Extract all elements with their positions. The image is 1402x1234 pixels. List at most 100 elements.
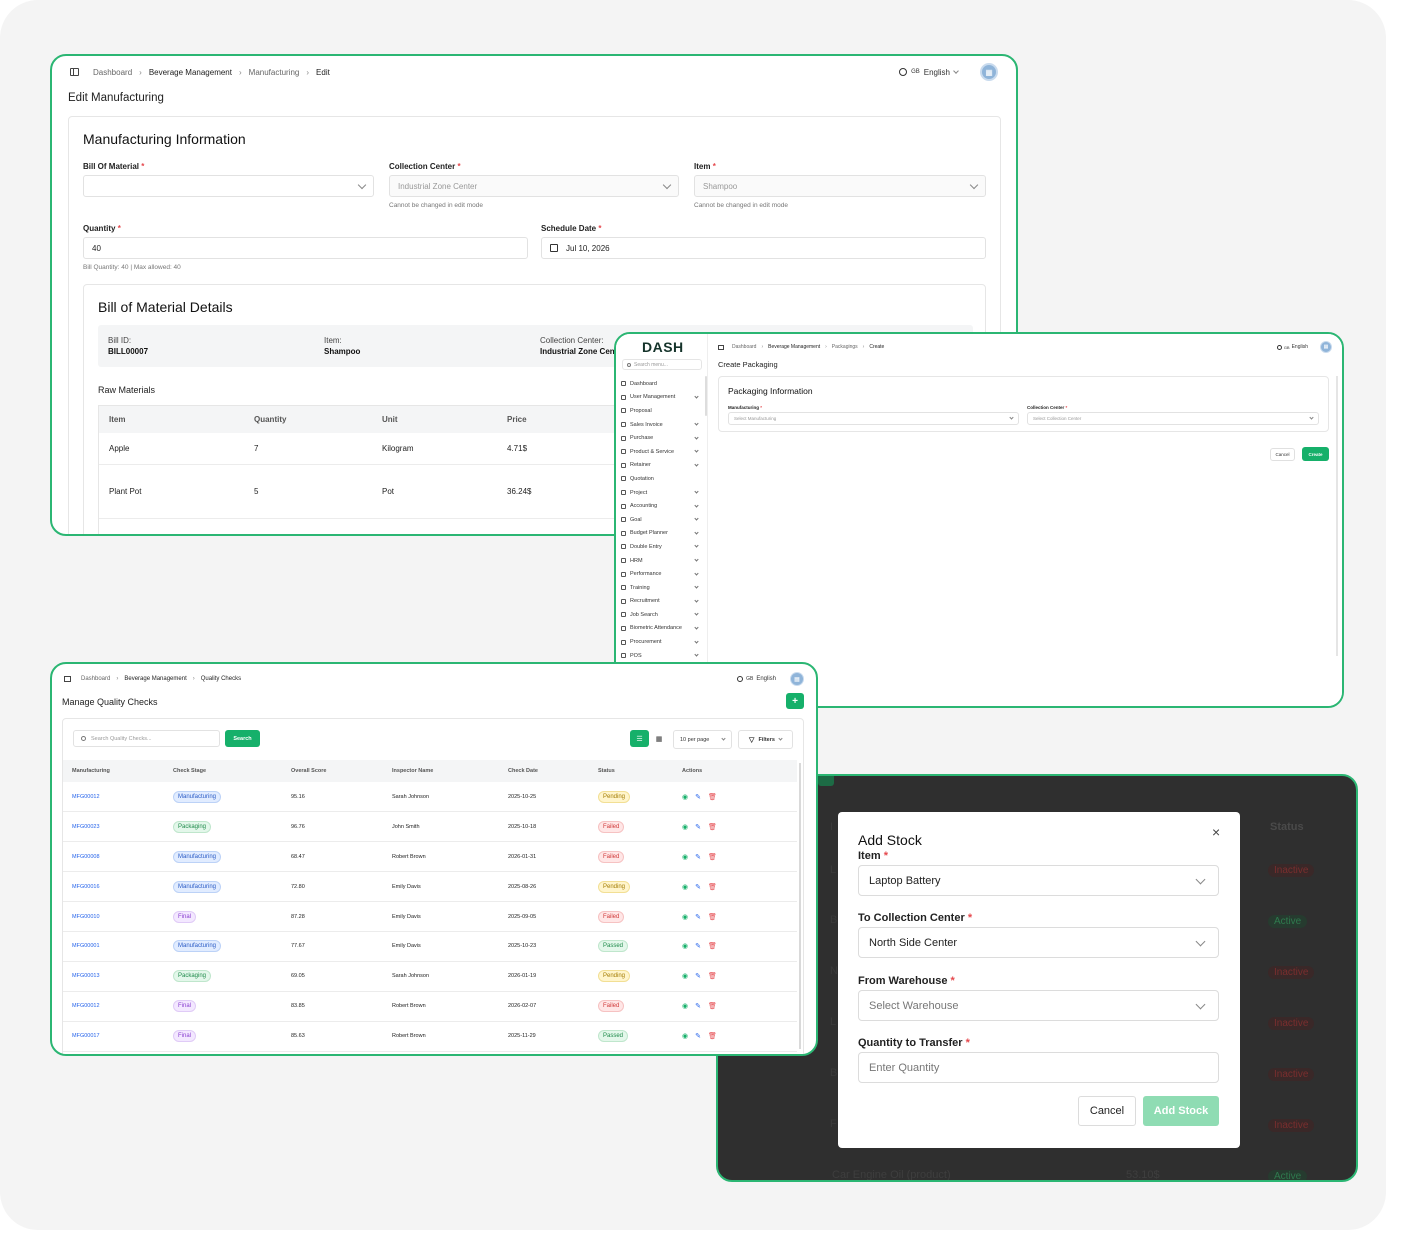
delete-icon[interactable]: 🗑 — [708, 823, 717, 831]
sidebar-item[interactable]: Biometric Attendance — [616, 622, 704, 636]
manufacturing-link[interactable]: MFG00012 — [72, 1003, 100, 1009]
sidebar-item[interactable]: Proposal — [616, 404, 704, 418]
breadcrumb-item[interactable]: Dashboard — [93, 68, 132, 77]
breadcrumb-item[interactable]: Beverage Management — [149, 68, 232, 77]
grid-view-button[interactable]: ▦ — [650, 730, 668, 747]
close-icon[interactable]: × — [1212, 824, 1220, 840]
manufacturing-select[interactable]: Select Manufacturing — [728, 412, 1019, 425]
breadcrumb-item[interactable]: Beverage Management — [768, 344, 820, 350]
edit-icon[interactable]: ✎ — [695, 1002, 701, 1010]
sidebar-item[interactable]: Performance — [616, 567, 704, 581]
sidebar-item[interactable]: Procurement — [616, 635, 704, 649]
view-icon[interactable]: ◉ — [682, 1002, 688, 1010]
breadcrumb-item[interactable]: Packagings — [832, 344, 858, 350]
language-selector[interactable]: GB English — [899, 68, 959, 77]
add-button[interactable]: + — [786, 693, 804, 709]
menu-search[interactable]: Search menu... — [622, 359, 702, 370]
sidebar-item[interactable]: Retainer — [616, 459, 704, 473]
sidebar-item[interactable]: Project — [616, 486, 704, 500]
manufacturing-link[interactable]: MFG00023 — [72, 824, 100, 830]
cancel-button[interactable]: Cancel — [1078, 1096, 1136, 1126]
backdrop-status-badge: Inactive — [1268, 1017, 1315, 1030]
delete-icon[interactable]: 🗑 — [708, 972, 717, 980]
sidebar-item[interactable]: HRM — [616, 554, 704, 568]
delete-icon[interactable]: 🗑 — [708, 942, 717, 950]
sidebar-item[interactable]: POS — [616, 649, 704, 663]
schedule-date-picker[interactable]: Jul 10, 2026 — [541, 237, 986, 259]
view-icon[interactable]: ◉ — [682, 853, 688, 861]
avatar[interactable]: ▦ — [790, 672, 804, 686]
manufacturing-link[interactable]: MFG00013 — [72, 973, 100, 979]
edit-icon[interactable]: ✎ — [695, 972, 701, 980]
view-icon[interactable]: ◉ — [682, 823, 688, 831]
view-icon[interactable]: ◉ — [682, 793, 688, 801]
sidebar-item[interactable]: Dashboard — [616, 377, 704, 391]
delete-icon[interactable]: 🗑 — [708, 793, 717, 801]
manufacturing-link[interactable]: MFG00010 — [72, 914, 100, 920]
from-warehouse-select[interactable]: Select Warehouse — [858, 990, 1219, 1021]
sidebar-item[interactable]: Job Search — [616, 608, 704, 622]
add-stock-button[interactable]: Add Stock — [1143, 1096, 1219, 1126]
sidebar-item[interactable]: Sales Invoice — [616, 418, 704, 432]
avatar[interactable]: ▦ — [980, 63, 998, 81]
manufacturing-link[interactable]: MFG00001 — [72, 943, 100, 949]
sidebar-item[interactable]: Product & Service — [616, 445, 704, 459]
sidebar-item[interactable]: Quotation — [616, 472, 704, 486]
sidebar-toggle-icon[interactable] — [70, 68, 79, 76]
sidebar-scrollbar[interactable] — [705, 376, 707, 416]
delete-icon[interactable]: 🗑 — [708, 853, 717, 861]
per-page-select[interactable]: 10 per page — [673, 730, 732, 749]
page-scrollbar[interactable] — [1336, 376, 1338, 656]
delete-icon[interactable]: 🗑 — [708, 1032, 717, 1040]
create-button[interactable]: Create — [1302, 447, 1329, 461]
quantity-input[interactable]: Enter Quantity — [858, 1052, 1219, 1083]
sidebar-item[interactable]: Accounting — [616, 499, 704, 513]
search-button[interactable]: Search — [225, 730, 260, 747]
quantity-input[interactable]: 40 — [83, 237, 528, 259]
edit-icon[interactable]: ✎ — [695, 1032, 701, 1040]
breadcrumb-item[interactable]: Dashboard — [732, 344, 756, 350]
delete-icon[interactable]: 🗑 — [708, 913, 717, 921]
sidebar-item[interactable]: Purchase — [616, 431, 704, 445]
edit-icon[interactable]: ✎ — [695, 883, 701, 891]
sidebar-item[interactable]: Recruitment — [616, 595, 704, 609]
avatar[interactable]: ▦ — [1320, 341, 1332, 353]
manufacturing-link[interactable]: MFG00017 — [72, 1033, 100, 1039]
bom-select[interactable] — [83, 175, 374, 197]
sidebar-toggle-icon[interactable] — [718, 344, 724, 350]
view-icon[interactable]: ◉ — [682, 942, 688, 950]
view-icon[interactable]: ◉ — [682, 972, 688, 980]
manufacturing-link[interactable]: MFG00008 — [72, 854, 100, 860]
manufacturing-link[interactable]: MFG00012 — [72, 794, 100, 800]
view-icon[interactable]: ◉ — [682, 1032, 688, 1040]
breadcrumb-item[interactable]: Beverage Management — [124, 676, 186, 682]
filters-button[interactable]: ▽ Filters — [738, 730, 793, 749]
edit-icon[interactable]: ✎ — [695, 793, 701, 801]
sidebar-item[interactable]: Goal — [616, 513, 704, 527]
manufacturing-link[interactable]: MFG00016 — [72, 884, 100, 890]
breadcrumb-item[interactable]: Manufacturing — [249, 68, 300, 77]
view-icon[interactable]: ◉ — [682, 913, 688, 921]
delete-icon[interactable]: 🗑 — [708, 1002, 717, 1010]
edit-icon[interactable]: ✎ — [695, 942, 701, 950]
sidebar-item[interactable]: Double Entry — [616, 540, 704, 554]
table-scrollbar[interactable] — [799, 763, 801, 1049]
sidebar-item[interactable]: Training — [616, 581, 704, 595]
search-input[interactable]: Search Quality Checks... — [73, 730, 220, 747]
language-selector[interactable]: GB English — [737, 676, 776, 682]
edit-icon[interactable]: ✎ — [695, 823, 701, 831]
sidebar-item[interactable]: Budget Planner — [616, 527, 704, 541]
to-collection-center-select[interactable]: North Side Center — [858, 927, 1219, 958]
language-selector[interactable]: GB English — [1276, 344, 1308, 350]
sidebar-toggle-icon[interactable] — [64, 676, 71, 682]
item-select[interactable]: Laptop Battery — [858, 865, 1219, 896]
edit-icon[interactable]: ✎ — [695, 913, 701, 921]
cancel-button[interactable]: Cancel — [1270, 448, 1295, 461]
sidebar-item[interactable]: User Management — [616, 391, 704, 405]
delete-icon[interactable]: 🗑 — [708, 883, 717, 891]
list-view-button[interactable]: ☰ — [630, 730, 649, 747]
view-icon[interactable]: ◉ — [682, 883, 688, 891]
breadcrumb-item[interactable]: Dashboard — [81, 676, 110, 682]
edit-icon[interactable]: ✎ — [695, 853, 701, 861]
collection-center-select[interactable]: Select Collection Center — [1027, 412, 1319, 425]
